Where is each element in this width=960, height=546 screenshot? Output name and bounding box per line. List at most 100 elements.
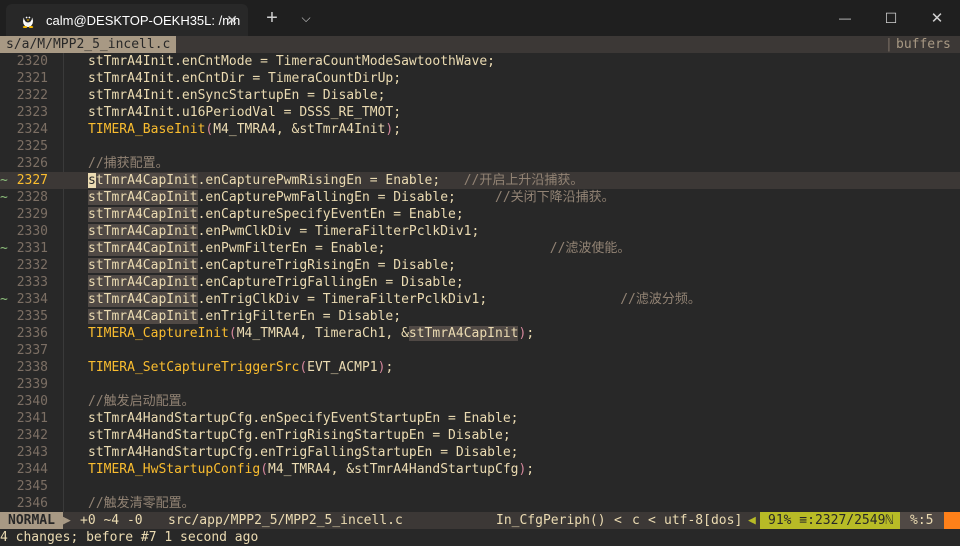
cursor-position: 91% ≡:2327/2549ℕ	[760, 512, 900, 529]
code-line[interactable]: ~2331 stTmrA4CapInit.enPwmFilterEn = Enab…	[0, 240, 960, 257]
code-line[interactable]: 2321 stTmrA4Init.enCntDir = TimeraCountDi…	[0, 70, 960, 87]
code-line[interactable]: ~2328 stTmrA4CapInit.enCapturePwmFallingE…	[0, 189, 960, 206]
line-code: stTmrA4Init.u16PeriodVal = DSSS_RE_TMOT;	[88, 105, 402, 120]
code-line[interactable]: 2325	[0, 138, 960, 155]
line-number: 2337	[16, 343, 48, 358]
line-code: stTmrA4CapInit.enPwmClkDiv = TimeraFilte…	[88, 224, 480, 239]
line-code: stTmrA4HandStartupCfg.enSpecifyEventStar…	[88, 411, 519, 426]
line-code: TIMERA_SetCaptureTriggerSrc(EVT_ACMP1);	[88, 360, 394, 375]
line-code: stTmrA4HandStartupCfg.enTrigFallingStart…	[88, 445, 519, 460]
line-number: 2328	[16, 190, 48, 205]
code-line[interactable]: 2345	[0, 478, 960, 495]
code-line[interactable]: 2329 stTmrA4CapInit.enCaptureSpecifyEvent…	[0, 206, 960, 223]
line-number: 2342	[16, 428, 48, 443]
line-code: //触发清零配置。	[88, 496, 195, 511]
code-line[interactable]: 2338 TIMERA_SetCaptureTriggerSrc(EVT_ACMP…	[0, 359, 960, 376]
line-code: stTmrA4Init.enCntMode = TimeraCountModeS…	[88, 54, 495, 69]
code-line[interactable]: 2341 stTmrA4HandStartupCfg.enSpecifyEvent…	[0, 410, 960, 427]
code-line[interactable]: 2340 //触发启动配置。	[0, 393, 960, 410]
line-number: 2335	[16, 309, 48, 324]
line-number: 2340	[16, 394, 48, 409]
code-line[interactable]: 2320 stTmrA4Init.enCntMode = TimeraCountM…	[0, 53, 960, 70]
code-line[interactable]: 2322 stTmrA4Init.enSyncStartupEn = Disabl…	[0, 87, 960, 104]
code-line[interactable]: ~2334 stTmrA4CapInit.enTrigClkDiv = Timer…	[0, 291, 960, 308]
tab-title: calm@DESKTOP-OEKH35L: /mn	[46, 12, 241, 28]
code-line[interactable]: ~2327 stTmrA4CapInit.enCapturePwmRisingEn…	[0, 172, 960, 189]
line-number: 2346	[16, 496, 48, 511]
line-code: TIMERA_HwStartupConfig(M4_TMRA4, &stTmrA…	[88, 462, 535, 477]
file-path: src/app/MPP2_5/MPP2_5_incell.c	[168, 513, 403, 528]
line-number: 2321	[16, 71, 48, 86]
line-code: stTmrA4CapInit.enCaptureSpecifyEventEn =…	[88, 207, 464, 222]
code-line[interactable]: 2339	[0, 376, 960, 393]
close-window-button[interactable]: ✕	[914, 0, 960, 36]
line-number: 2331	[16, 241, 48, 256]
vim-statusline: NORMAL ▶ +0 ~4 -0 src/app/MPP2_5/MPP2_5_…	[0, 512, 960, 529]
code-line[interactable]: 2342 stTmrA4HandStartupCfg.enTrigRisingSt…	[0, 427, 960, 444]
terminal-tab[interactable]: calm@DESKTOP-OEKH35L: /mn ✕	[6, 4, 248, 36]
code-line[interactable]: 2343 stTmrA4HandStartupCfg.enTrigFallingS…	[0, 444, 960, 461]
line-number: 2325	[16, 139, 48, 154]
terminal-titlebar: calm@DESKTOP-OEKH35L: /mn ✕ + ⌵ — ☐ ✕	[0, 0, 960, 36]
line-code: //触发启动配置。	[88, 394, 195, 409]
code-line[interactable]: 2346 //触发清零配置。	[0, 495, 960, 512]
line-code: TIMERA_BaseInit(M4_TMRA4, &stTmrA4Init);	[88, 122, 402, 137]
git-change-sign: ~	[0, 292, 8, 307]
vim-tabline: s/a/M/MPP2_5_incell.c | buffers	[0, 36, 960, 53]
position-separator-arrow: ◀	[748, 513, 756, 528]
warning-indicator-icon	[944, 512, 960, 529]
new-tab-button[interactable]: +	[258, 0, 286, 36]
line-number: 2334	[16, 292, 48, 307]
code-line[interactable]: 2324 TIMERA_BaseInit(M4_TMRA4, &stTmrA4In…	[0, 121, 960, 138]
line-number: 2324	[16, 122, 48, 137]
line-number: 2338	[16, 360, 48, 375]
tabline-separator: |	[885, 37, 893, 52]
code-editor[interactable]: 2320 stTmrA4Init.enCntMode = TimeraCountM…	[0, 53, 960, 512]
line-code: stTmrA4CapInit.enTrigFilterEn = Disable;	[88, 309, 402, 324]
maximize-button[interactable]: ☐	[868, 0, 914, 36]
code-line[interactable]: 2335 stTmrA4CapInit.enTrigFilterEn = Disa…	[0, 308, 960, 325]
statusline-separator: <	[648, 513, 656, 528]
chevron-down-icon[interactable]: ⌵	[292, 0, 320, 36]
code-line[interactable]: 2326 //捕获配置。	[0, 155, 960, 172]
line-number: 2320	[16, 54, 48, 69]
command-message-line: 4 changes; before #7 1 second ago	[0, 530, 259, 545]
line-code: //捕获配置。	[88, 156, 169, 171]
git-change-sign: ~	[0, 173, 8, 188]
line-code: stTmrA4CapInit.enPwmFilterEn = Enable; /…	[88, 241, 631, 256]
code-line[interactable]: 2344 TIMERA_HwStartupConfig(M4_TMRA4, &st…	[0, 461, 960, 478]
line-number: 2323	[16, 105, 48, 120]
line-number: 2341	[16, 411, 48, 426]
line-number: 2344	[16, 462, 48, 477]
tab-close-icon[interactable]: ✕	[226, 12, 238, 29]
statusline-separator: <	[614, 513, 622, 528]
line-number: 2345	[16, 479, 48, 494]
git-change-sign: ~	[0, 241, 8, 256]
mode-separator-arrow: ▶	[63, 513, 71, 528]
git-hunks-summary: +0 ~4 -0	[80, 513, 143, 528]
current-function: In_CfgPeriph()	[496, 513, 606, 528]
git-change-sign: ~	[0, 190, 8, 205]
line-code: stTmrA4CapInit.enCapturePwmFallingEn = D…	[88, 190, 615, 205]
code-line[interactable]: 2332 stTmrA4CapInit.enCaptureTrigRisingEn…	[0, 257, 960, 274]
code-line[interactable]: 2330 stTmrA4CapInit.enPwmClkDiv = TimeraF…	[0, 223, 960, 240]
code-line[interactable]: 2337	[0, 342, 960, 359]
line-code: stTmrA4CapInit.enCaptureTrigRisingEn = D…	[88, 258, 456, 273]
code-line[interactable]: 2323 stTmrA4Init.u16PeriodVal = DSSS_RE_T…	[0, 104, 960, 121]
minimize-button[interactable]: —	[822, 0, 868, 36]
buffers-label: buffers	[896, 37, 951, 52]
line-number: 2327	[16, 173, 48, 188]
line-number: 2326	[16, 156, 48, 171]
line-code: stTmrA4Init.enSyncStartupEn = Disable;	[88, 88, 386, 103]
line-number: 2343	[16, 445, 48, 460]
current-buffer-tab[interactable]: s/a/M/MPP2_5_incell.c	[0, 36, 177, 53]
mode-indicator: NORMAL	[0, 512, 63, 529]
line-number: 2332	[16, 258, 48, 273]
code-line[interactable]: 2333 stTmrA4CapInit.enCaptureTrigFallingE…	[0, 274, 960, 291]
line-code: TIMERA_CaptureInit(M4_TMRA4, TimeraCh1, …	[88, 326, 535, 341]
line-code: stTmrA4CapInit.enTrigClkDiv = TimeraFilt…	[88, 292, 701, 307]
code-line[interactable]: 2336 TIMERA_CaptureInit(M4_TMRA4, TimeraC…	[0, 325, 960, 342]
linux-penguin-icon	[22, 13, 34, 28]
line-number: 2333	[16, 275, 48, 290]
line-number: 2329	[16, 207, 48, 222]
